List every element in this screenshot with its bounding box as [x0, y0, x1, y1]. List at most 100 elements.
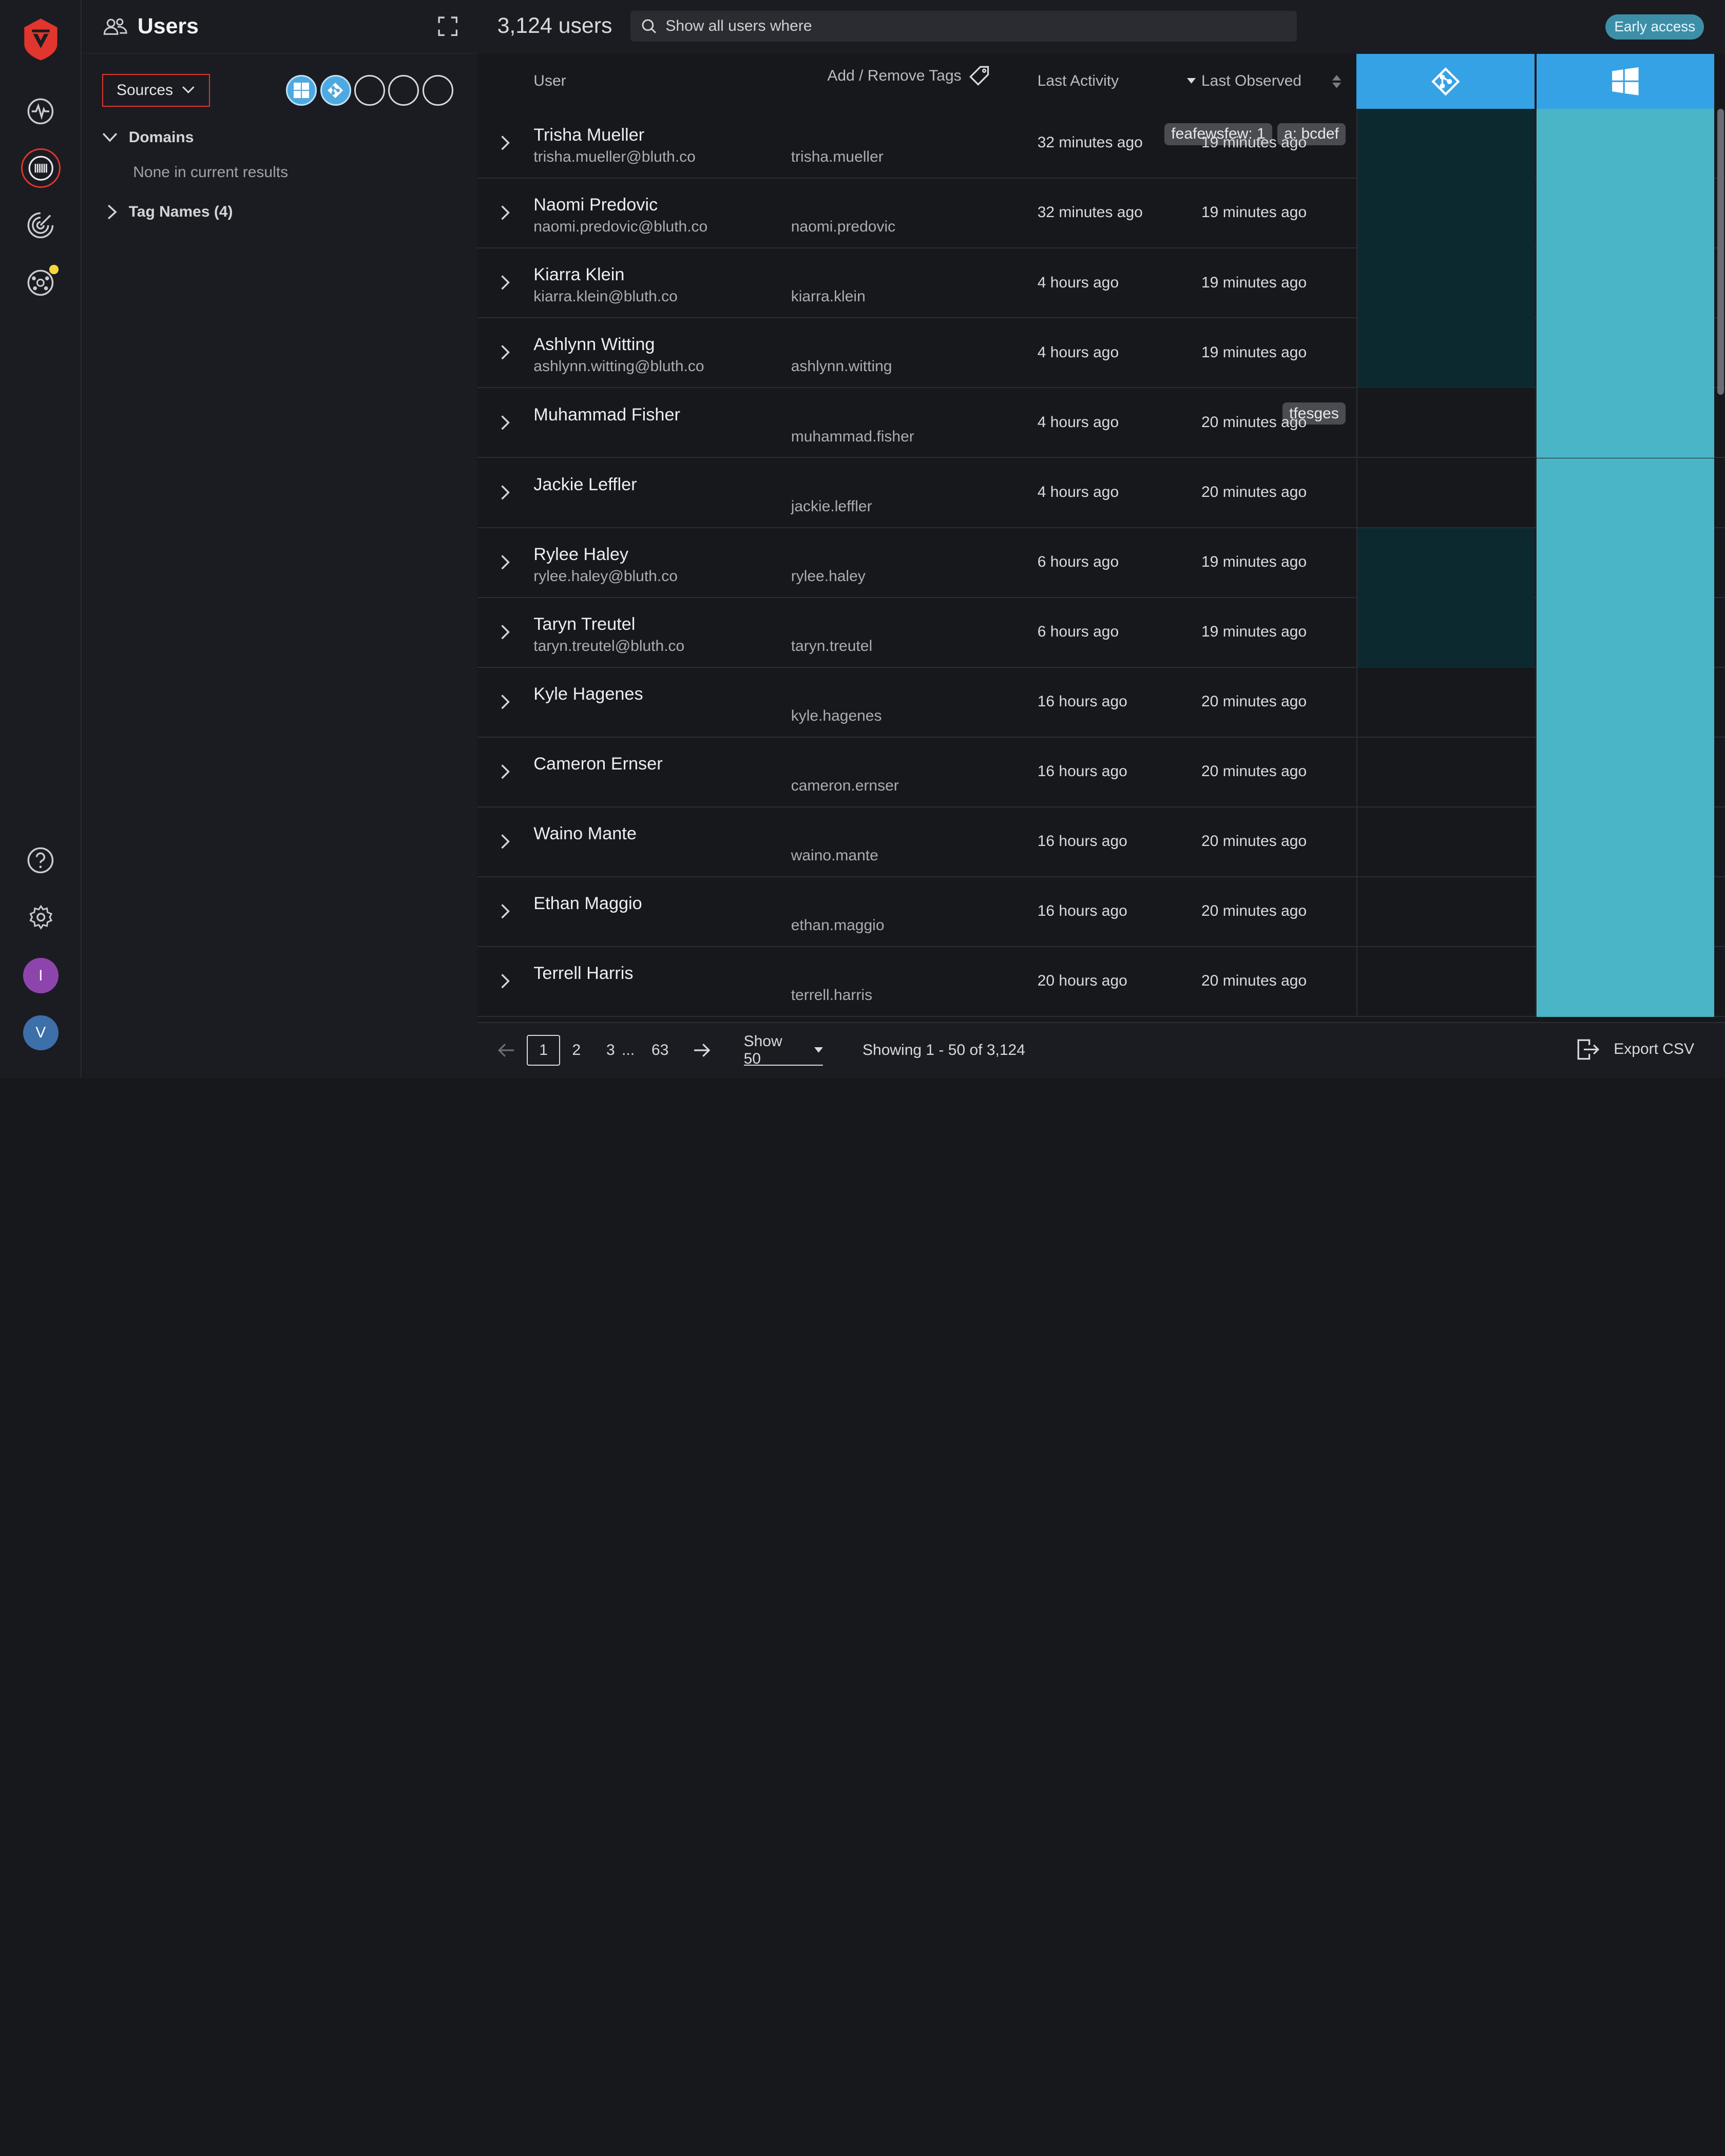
- nav-activity[interactable]: [21, 91, 61, 131]
- user-name[interactable]: Muhammad Fisher: [533, 405, 680, 425]
- sources-dropdown[interactable]: Sources: [102, 73, 210, 107]
- user-name[interactable]: Kiarra Klein: [533, 265, 624, 285]
- user-email: kiarra.klein@bluth.co: [533, 288, 678, 305]
- chevron-right-icon[interactable]: [497, 622, 513, 642]
- chevron-right-icon[interactable]: [497, 762, 513, 782]
- last-activity: 4 hours ago: [1037, 343, 1119, 361]
- search-input[interactable]: [665, 17, 1282, 35]
- page-size-label: Show 50: [743, 1033, 782, 1068]
- brand-logo-icon[interactable]: [22, 17, 60, 62]
- user-email: trisha.mueller@bluth.co: [533, 148, 696, 166]
- nav-integrations[interactable]: [21, 263, 61, 302]
- user-name[interactable]: Naomi Predovic: [533, 195, 658, 215]
- nav-settings[interactable]: [21, 898, 61, 937]
- early-access-badge[interactable]: Early access: [1605, 14, 1704, 40]
- table-row[interactable]: Trisha Mueller trisha.mueller@bluth.co tri…: [477, 109, 1725, 179]
- chevron-right-icon[interactable]: [497, 273, 513, 293]
- nav-inventory[interactable]: [21, 148, 61, 188]
- table-row[interactable]: Kiarra Klein kiarra.klein@bluth.co kiarra.…: [477, 248, 1725, 319]
- source-filter-empty-2[interactable]: [388, 74, 419, 106]
- user-name[interactable]: Ashlynn Witting: [533, 335, 655, 355]
- chevron-right-icon[interactable]: [497, 971, 513, 991]
- chevron-right-icon[interactable]: [497, 483, 513, 503]
- table-row[interactable]: Cameron Ernser cameron.ernser 16 hours ago…: [477, 737, 1725, 807]
- last-observed: 20 minutes ago: [1201, 972, 1307, 990]
- user-username: kiarra.klein: [791, 288, 866, 305]
- user-username: kyle.hagenes: [791, 707, 882, 724]
- source-cell-windows: [1536, 109, 1714, 179]
- nav-help[interactable]: [21, 840, 61, 880]
- avatar-org[interactable]: I: [23, 958, 59, 993]
- table-row[interactable]: Jackie Leffler jackie.leffler 4 hours ago 2…: [477, 458, 1725, 528]
- user-name[interactable]: Jackie Leffler: [533, 475, 637, 495]
- user-name[interactable]: Waino Mante: [533, 824, 637, 844]
- chevron-right-icon[interactable]: [497, 342, 513, 362]
- source-cell-git: [1356, 667, 1535, 738]
- source-cell-git: [1356, 248, 1535, 319]
- user-name[interactable]: Cameron Ernser: [533, 754, 662, 774]
- last-activity: 16 hours ago: [1037, 763, 1127, 780]
- source-cell-windows: [1536, 248, 1714, 319]
- user-name[interactable]: Kyle Hagenes: [533, 684, 643, 704]
- chevron-right-icon[interactable]: [497, 413, 513, 433]
- source-cell-git: [1356, 458, 1535, 528]
- export-csv-button[interactable]: Export CSV: [1576, 1038, 1694, 1061]
- avatar-user[interactable]: V: [23, 1015, 59, 1051]
- tag-names-toggle[interactable]: Tag Names (4): [107, 203, 233, 221]
- table-row[interactable]: Ashlynn Witting ashlynn.witting@bluth.co a…: [477, 318, 1725, 389]
- user-username: terrell.harris: [791, 987, 873, 1004]
- table-row[interactable]: Terrell Harris terrell.harris 20 hours ago…: [477, 947, 1725, 1017]
- source-filter-windows[interactable]: [286, 74, 317, 106]
- column-last-activity[interactable]: Last Activity: [1038, 72, 1196, 90]
- table-row[interactable]: Naomi Predovic naomi.predovic@bluth.co nao…: [477, 179, 1725, 249]
- page-2[interactable]: 2: [561, 1035, 592, 1066]
- column-tags[interactable]: Add / Remove Tags: [827, 65, 990, 87]
- barcode-icon: [28, 156, 53, 181]
- nav-radar[interactable]: [21, 206, 61, 245]
- arrow-left-icon[interactable]: [497, 1043, 515, 1058]
- source-filter-empty-1[interactable]: [354, 74, 385, 106]
- chevron-right-icon[interactable]: [497, 133, 513, 153]
- user-username: naomi.predovic: [791, 218, 896, 236]
- source-filters: [286, 74, 453, 106]
- column-last-activity-label: Last Activity: [1037, 72, 1119, 90]
- page-1[interactable]: 1: [527, 1035, 560, 1066]
- expand-icon[interactable]: [438, 16, 458, 36]
- column-user[interactable]: User: [533, 72, 566, 90]
- chevron-right-icon[interactable]: [497, 832, 513, 852]
- caret-down-icon: [814, 1047, 823, 1053]
- column-source-git[interactable]: [1356, 54, 1535, 109]
- chevron-right-icon[interactable]: [497, 203, 513, 223]
- table-row[interactable]: Muhammad Fisher muhammad.fisher tfesges 4 h…: [477, 388, 1725, 458]
- source-filter-git[interactable]: [320, 74, 351, 106]
- last-activity: 4 hours ago: [1037, 483, 1119, 500]
- arrow-right-icon[interactable]: [693, 1043, 711, 1058]
- page-63[interactable]: 63: [645, 1035, 676, 1066]
- user-name[interactable]: Ethan Maggio: [533, 894, 642, 914]
- top-bar: 3,124 users Early access: [477, 0, 1725, 54]
- last-observed: 20 minutes ago: [1201, 833, 1307, 850]
- tag-names-label: Tag Names (4): [128, 203, 233, 221]
- page-ellipsis: ...: [622, 1042, 635, 1059]
- vertical-scrollbar[interactable]: [1717, 109, 1724, 395]
- table-row[interactable]: Rylee Haley rylee.haley@bluth.co rylee.hal…: [477, 528, 1725, 598]
- domains-toggle[interactable]: Domains: [102, 129, 194, 146]
- search-box[interactable]: [630, 11, 1297, 42]
- chevron-right-icon[interactable]: [497, 901, 513, 921]
- chevron-right-icon[interactable]: [497, 692, 513, 712]
- chevron-right-icon[interactable]: [497, 552, 513, 572]
- table-row[interactable]: Waino Mante waino.mante 16 hours ago 20 min…: [477, 807, 1725, 877]
- user-name[interactable]: Trisha Mueller: [533, 125, 644, 145]
- user-email: rylee.haley@bluth.co: [533, 567, 678, 585]
- source-cell-windows: [1536, 388, 1714, 458]
- table-row[interactable]: Taryn Treutel taryn.treutel@bluth.co taryn…: [477, 598, 1725, 668]
- user-name[interactable]: Terrell Harris: [533, 964, 633, 984]
- user-name[interactable]: Rylee Haley: [533, 545, 628, 565]
- user-name[interactable]: Taryn Treutel: [533, 614, 635, 634]
- table-row[interactable]: Ethan Maggio ethan.maggio 16 hours ago 20 m…: [477, 877, 1725, 947]
- table-row[interactable]: Kyle Hagenes kyle.hagenes 16 hours ago 20 m…: [477, 667, 1725, 738]
- source-filter-empty-3[interactable]: [422, 74, 453, 106]
- page-size-select[interactable]: Show 50: [743, 1033, 823, 1068]
- column-source-windows[interactable]: [1536, 54, 1714, 109]
- column-last-observed[interactable]: Last Observed: [1201, 72, 1341, 90]
